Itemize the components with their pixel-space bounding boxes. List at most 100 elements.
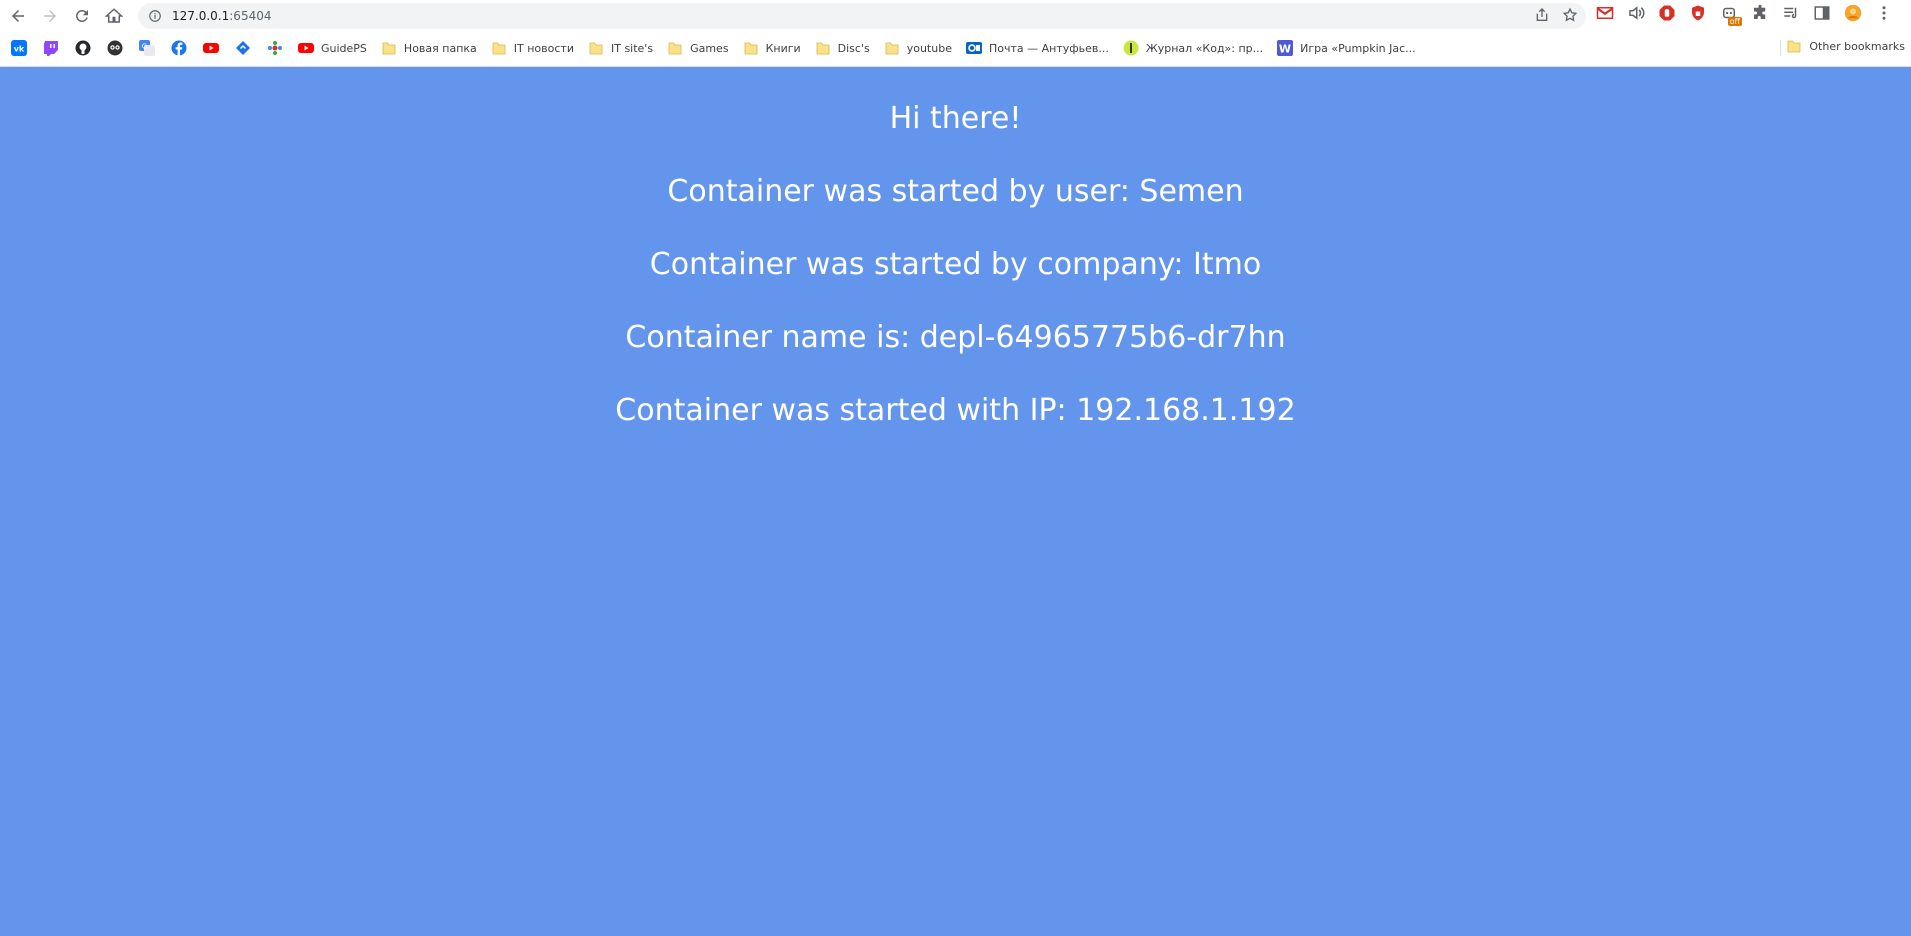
bookmark-diamond[interactable] [234,39,252,57]
side-panel-button[interactable] [1813,4,1831,22]
youtube-icon [203,43,219,53]
reload-icon [75,9,88,22]
forward-button[interactable] [36,2,64,30]
youtube-icon [298,40,314,56]
bookmark-mail[interactable]: Почта — Антуфьев... [965,38,1109,58]
bookmark-label: Журнал «Код»: пр... [1145,41,1264,55]
svg-text:W: W [1279,43,1291,56]
outlook-icon [965,40,982,56]
back-button[interactable] [4,2,32,30]
shield-icon [1692,5,1704,21]
folder-icon [381,40,397,56]
home-icon [105,8,123,23]
profile-button[interactable] [1844,4,1862,22]
bookmark-folder-new-folder[interactable]: Новая папка [381,38,477,58]
bookmark-label: IT site's [610,41,654,55]
bookmark-owl[interactable] [106,39,124,57]
container-company-text: Container was started by company: Itmo [649,247,1262,282]
bookmark-folder-youtube[interactable]: youtube [884,38,952,58]
bookmark-label: GuidePS [321,41,367,55]
avatar-icon [1844,4,1862,22]
share-icon[interactable] [1534,7,1550,23]
bookmark-twitch[interactable] [42,39,60,57]
arrow-right-icon [44,10,56,22]
home-button[interactable] [100,2,128,30]
bookmark-label: Games [690,41,729,55]
bookmark-facebook[interactable] [170,39,188,57]
svg-text:G: G [142,43,147,51]
url-host: 127.0.0.1 [172,9,230,23]
other-bookmarks-label: Other bookmarks [1809,39,1905,53]
speaker-icon [1629,6,1645,20]
stop-hand-icon [1659,5,1675,21]
bookmark-folder-books[interactable]: Книги [743,38,801,58]
gmail-extension[interactable] [1596,4,1614,22]
omnibox-actions [1534,7,1578,23]
page-content: Hi there! Container was started by user:… [0,67,1911,936]
url-text[interactable]: 127.0.0.1:65404 [172,9,271,23]
bookmark-vk[interactable]: vk [10,39,28,57]
side-panel-icon [1814,6,1830,20]
bookmarks-bar: vk G GuidePS Новая папка IT новости IT s… [0,36,1911,60]
kebab-menu-icon [1882,6,1886,20]
off-badge: off [1727,17,1742,26]
reload-button[interactable] [68,2,96,30]
bookmark-label: Игра «Pumpkin Jac... [1300,41,1416,55]
vk-icon: vk [11,40,27,56]
bookmark-folder-discs[interactable]: Disc's [815,38,870,58]
bookmark-pumpkin-game[interactable]: W Игра «Pumpkin Jac... [1277,38,1416,58]
bookmark-label: Disc's [837,41,870,55]
svg-text:vk: vk [14,45,25,54]
puzzle-icon [1754,4,1766,19]
extensions-button[interactable] [1751,4,1769,22]
folder-icon [1787,40,1801,53]
bookmark-folder-it-sites[interactable]: IT site's [588,38,653,58]
container-name-text: Container name is: depl-64965775b6-dr7hn [625,320,1286,355]
adblock-extension[interactable] [1658,4,1676,22]
bookmark-folder-games[interactable]: Games [667,38,729,58]
bookmark-kod-journal[interactable]: Журнал «Код»: пр... [1123,38,1263,58]
bookmark-guideps[interactable]: GuidePS [298,38,367,58]
shield-extension[interactable] [1689,4,1707,22]
vpn-extension[interactable]: off [1720,4,1742,26]
bookmark-label: Новая папка [403,41,477,55]
github-icon [75,40,91,56]
bookmark-label: IT новости [513,41,574,55]
star-icon[interactable] [1562,7,1578,23]
bookmark-label: youtube [906,41,952,55]
browser-toolbar: 127.0.0.1:65404 off [0,0,1911,32]
media-button[interactable] [1782,4,1800,22]
container-ip-text: Container was started with IP: 192.168.1… [615,393,1296,428]
bookmark-label: Почта — Антуфьев... [988,41,1109,55]
gmail-icon [1596,7,1614,19]
folder-icon [815,40,831,56]
w-icon: W [1277,40,1294,56]
address-bar[interactable]: 127.0.0.1:65404 [138,3,1586,29]
bookmark-label: Книги [765,41,801,55]
folder-icon [491,40,507,56]
playlist-icon [1784,7,1797,19]
diamond-icon [236,41,250,55]
arrow-left-icon [12,10,24,22]
sound-extension[interactable] [1627,4,1645,22]
owl-icon [107,40,123,56]
url-port: :65404 [229,9,272,23]
bookmark-folder-it-news[interactable]: IT новости [491,38,574,58]
other-bookmarks[interactable]: Other bookmarks [1786,38,1905,54]
facebook-icon [171,40,187,56]
container-user-text: Container was started by user: Semen [667,174,1244,209]
bookmark-ornament[interactable] [266,39,284,57]
google-translate-icon: G [139,40,155,56]
folder-icon [588,40,604,56]
bookmark-youtube[interactable] [202,39,220,57]
bookmark-github[interactable] [74,39,92,57]
kod-icon [1123,40,1139,56]
ornament-icon [268,41,282,55]
menu-button[interactable] [1875,4,1893,22]
bookmarks-separator [1780,40,1781,56]
bookmark-google-translate[interactable]: G [138,39,156,57]
folder-icon [743,40,759,56]
browser-chrome: 127.0.0.1:65404 off vk G GuidePS Новая п… [0,0,1911,67]
folder-icon [884,40,900,56]
info-icon[interactable] [148,9,162,23]
